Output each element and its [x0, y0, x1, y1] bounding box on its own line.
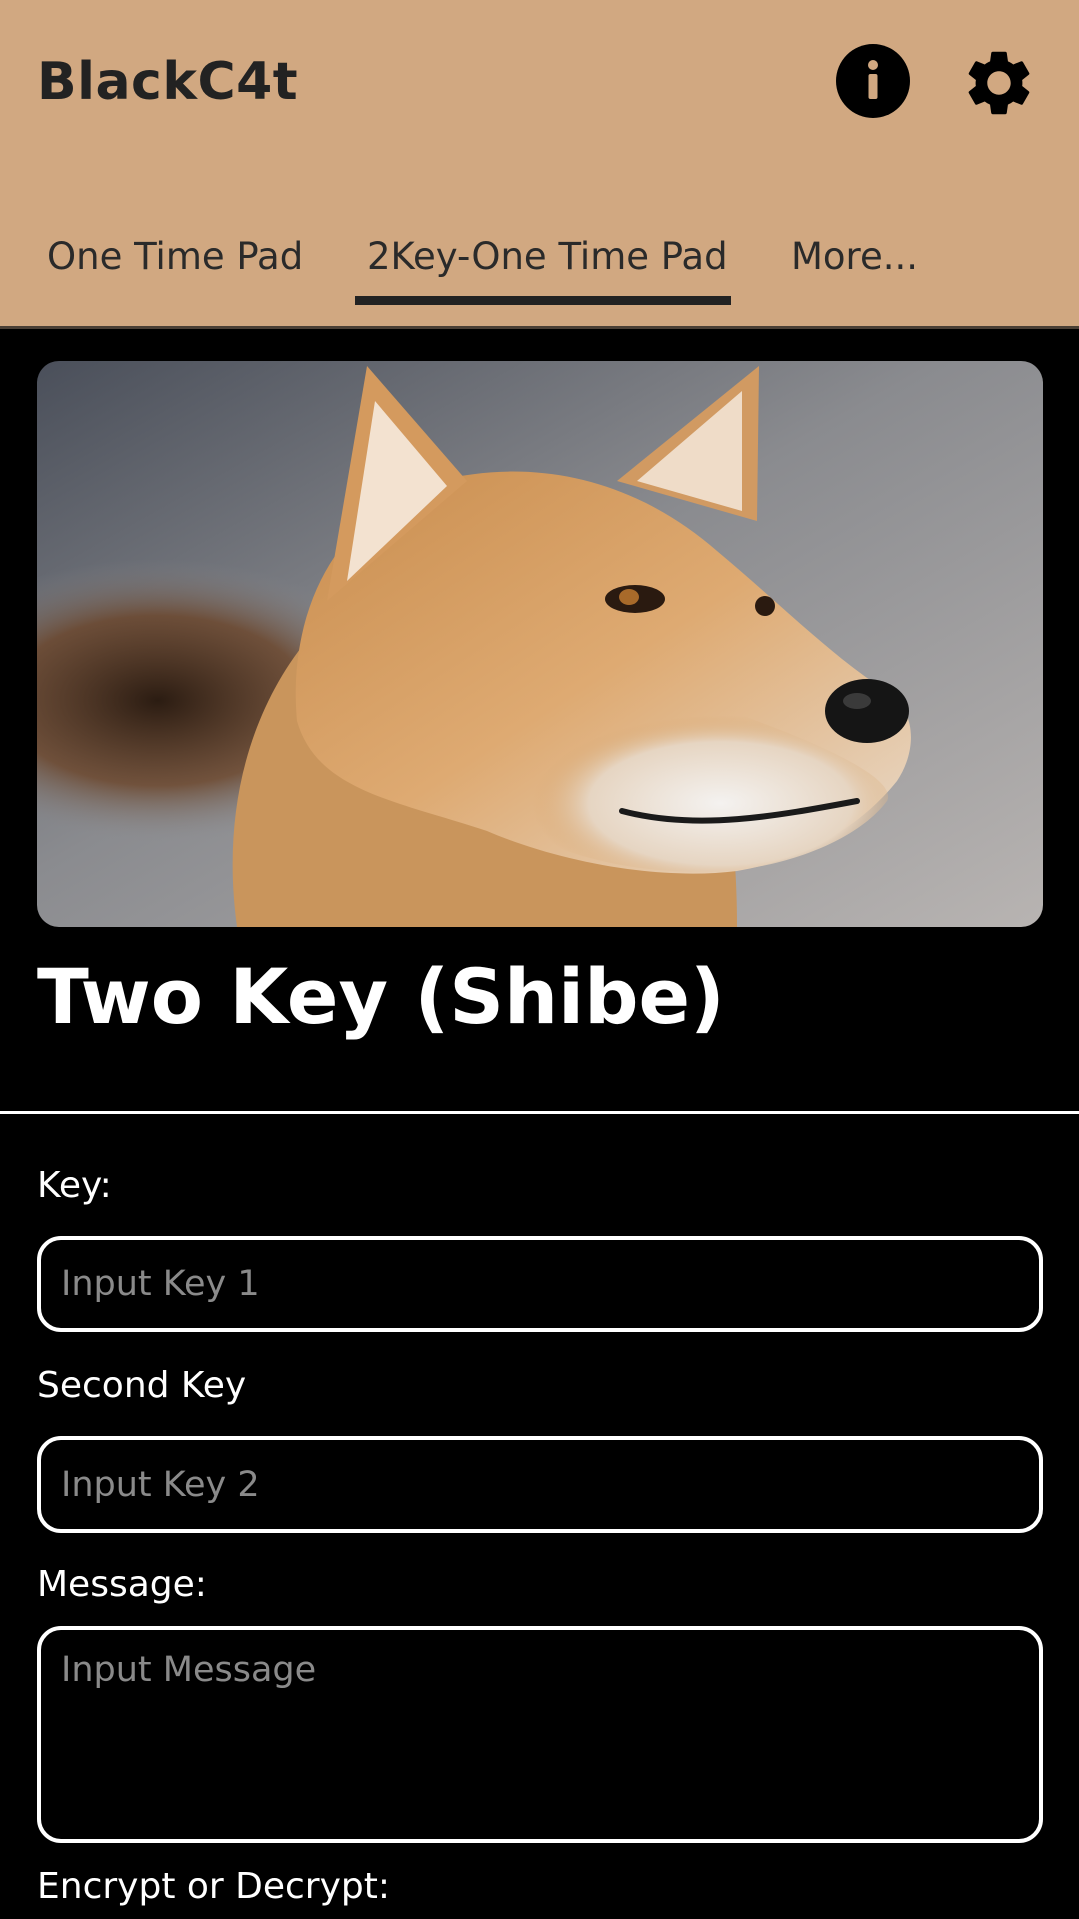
key-2-input[interactable]: [37, 1436, 1043, 1533]
info-circle-icon: [836, 44, 910, 118]
tab-bar: One Time Pad 2Key-One Time Pad More...: [0, 225, 1079, 305]
app-title: BlackC4t: [37, 52, 299, 112]
tab-2key-one-time-pad[interactable]: 2Key-One Time Pad: [367, 225, 728, 305]
shiba-inu-dog-photo: [37, 361, 1043, 927]
gear-icon: [968, 51, 1030, 115]
message-label: Message:: [37, 1564, 207, 1605]
page-title: Two Key (Shibe): [37, 952, 725, 1041]
second-key-label: Second Key: [37, 1365, 247, 1406]
encrypt-decrypt-label: Encrypt or Decrypt:: [37, 1866, 391, 1907]
active-tab-indicator: [355, 296, 731, 305]
settings-button[interactable]: [960, 44, 1038, 122]
app-bar: BlackC4t One Time Pad 2Key-One Time Pad …: [0, 0, 1079, 329]
key-1-input[interactable]: [37, 1236, 1043, 1332]
info-button[interactable]: [836, 44, 910, 118]
key-label: Key:: [37, 1165, 112, 1206]
tab-one-time-pad[interactable]: One Time Pad: [47, 225, 303, 305]
message-input[interactable]: [37, 1626, 1043, 1843]
hero-image-shiba: [37, 361, 1043, 927]
tab-more[interactable]: More...: [791, 225, 918, 305]
section-divider: [0, 1111, 1079, 1114]
